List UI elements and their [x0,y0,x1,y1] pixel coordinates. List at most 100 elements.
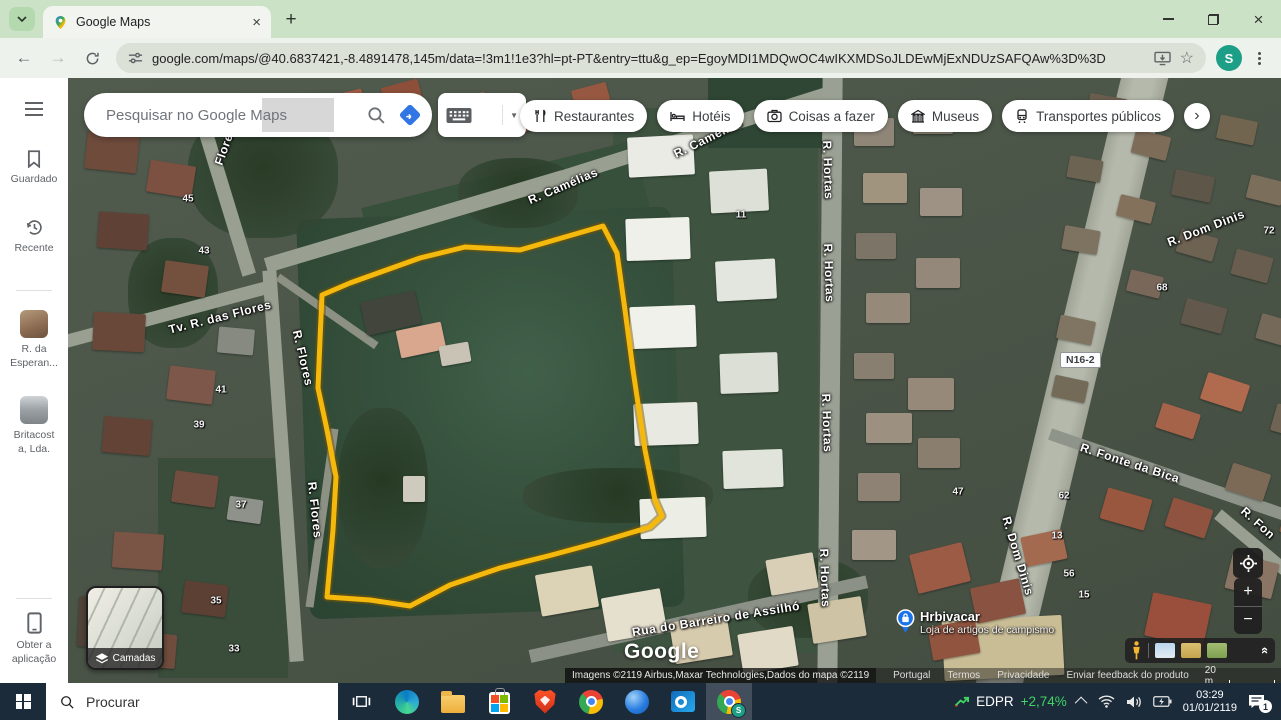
input-tools-caret-icon[interactable]: ▼ [502,105,518,125]
sidebar-item-get-app[interactable]: Obter a aplicação [0,612,68,666]
transit-icon [1017,109,1027,123]
bookmark-icon [27,150,41,168]
google-maps-favicon [55,15,66,29]
taskbar-app-blue-sphere[interactable] [614,683,660,720]
house-number: 72 [1263,225,1275,237]
attribution-link-portugal[interactable]: Portugal [893,670,930,681]
action-center-button[interactable]: 1 [1248,694,1272,713]
bookmark-star-icon[interactable]: ☆ [1180,48,1194,68]
house-number: 35 [210,595,222,607]
minimize-icon [1163,18,1174,20]
imagery-thumbnail-terrain[interactable] [1181,643,1201,658]
windows-taskbar: S EDPR +2,74% 03:29 01/01/2119 1 [0,683,1281,720]
tab-search-button[interactable] [9,7,35,31]
shortcut-thumbnail [20,396,48,424]
my-location-button[interactable] [1233,548,1263,578]
chip-public-transport[interactable]: Transportes públicos [1002,100,1174,132]
tab-close-icon[interactable]: × [252,15,261,30]
zoom-out-button[interactable]: − [1234,607,1262,635]
camera-icon [766,109,782,123]
taskbar-search[interactable] [46,683,338,720]
taskbar-app-chrome[interactable] [568,683,614,720]
more-categories-button[interactable]: › [1183,103,1210,129]
maps-menu-button[interactable] [0,102,68,116]
minimize-button[interactable] [1146,0,1191,38]
chrome-profile-badge: S [731,702,746,718]
browser-content: Guardado Recente R. da Esperan... Britac… [0,78,1281,683]
start-button[interactable] [0,683,46,720]
shortcut-thumbnail [20,310,48,338]
maps-search-input[interactable] [104,105,328,125]
poi-hrbivacar[interactable]: Hrbivacar Loja de artigos de campismo [896,609,1054,636]
battery-charging-icon[interactable] [1152,695,1172,708]
stock-ticker[interactable]: EDPR +2,74% [954,694,1067,709]
restore-icon [1208,13,1219,25]
house-number: 41 [215,384,227,396]
ticker-change: +2,74% [1020,694,1067,709]
sidebar-shortcut-britacosta[interactable]: Britacost a, Lda. [0,396,68,456]
sidebar-divider [16,290,52,291]
my-location-icon [1239,554,1257,572]
taskbar-app-edge[interactable] [384,683,430,720]
new-tab-button[interactable]: + [277,6,305,34]
search-icon[interactable] [367,106,386,125]
attribution-link-terms[interactable]: Termos [947,670,980,681]
sidebar-shortcut-esperanca[interactable]: R. da Esperan... [0,310,68,370]
sidebar-item-recent[interactable]: Recente [0,218,68,256]
house-number: 68 [1156,282,1168,294]
taskbar-app-outlook[interactable] [660,683,706,720]
install-app-icon[interactable] [1153,51,1171,66]
museum-icon [910,109,925,123]
taskbar-app-file-explorer[interactable] [430,683,476,720]
imagery-credit: Imagens ©2119 Airbus,Maxar Technologies,… [565,668,877,683]
tray-overflow-icon[interactable] [1074,696,1088,710]
sidebar-item-saved[interactable]: Guardado [0,150,68,187]
taskbar-search-input[interactable] [84,692,288,711]
address-bar[interactable]: google.com/maps/@40.6837421,-8.4891478,1… [116,43,1206,73]
ticker-symbol: EDPR [976,694,1014,709]
reload-button[interactable] [78,44,106,72]
notification-badge: 1 [1259,700,1272,713]
imagery-strip: « [1125,638,1275,663]
directions-icon[interactable] [398,103,422,127]
windows-logo-icon [15,694,31,709]
taskbar-app-chrome-active[interactable]: S [706,683,752,720]
wifi-icon[interactable] [1098,695,1115,708]
imagery-thumbnail-green[interactable] [1207,643,1227,658]
input-tools-card: ▼ [438,93,526,137]
microsoft-store-icon [488,688,510,714]
close-button[interactable]: × [1236,0,1281,38]
profile-avatar[interactable]: S [1216,45,1242,71]
forward-button[interactable]: → [44,44,72,72]
property-boundary-polygon [313,221,667,611]
house-number: 11 [735,209,747,221]
collapse-strip-icon[interactable]: « [1258,647,1273,654]
chip-hotels[interactable]: Hotéis [657,100,744,132]
browser-tab[interactable]: Google Maps × [43,6,271,38]
layers-button[interactable]: Camadas [86,586,164,670]
chip-museums[interactable]: Museus [897,100,993,132]
poi-name: Hrbivacar [920,609,980,624]
restore-button[interactable] [1191,0,1236,38]
edge-icon [395,689,419,714]
zoom-in-button[interactable]: + [1234,578,1262,607]
task-view-button[interactable] [338,683,384,720]
back-button[interactable]: ← [10,44,38,72]
taskbar-app-brave[interactable] [522,683,568,720]
volume-icon[interactable] [1126,695,1142,709]
chip-things-to-do[interactable]: Coisas a fazer [753,100,888,132]
file-explorer-icon [441,690,465,713]
keyboard-icon[interactable] [446,107,472,123]
pegman-icon[interactable] [1131,641,1142,660]
house-number: 62 [1058,490,1070,502]
imagery-thumbnail-sky[interactable] [1155,643,1175,658]
attribution-link-privacy[interactable]: Privacidade [997,670,1049,681]
attribution-link-feedback[interactable]: Enviar feedback do produto [1066,670,1188,681]
browser-menu-icon[interactable] [1258,56,1261,60]
poi-subtitle: Loja de artigos de campismo [920,624,1055,636]
taskbar-app-store[interactable] [476,683,522,720]
map-canvas[interactable]: Flores R. Camélias R. Camélias Tv. R. da… [68,78,1281,683]
taskbar-clock[interactable]: 03:29 01/01/2119 [1183,689,1237,715]
house-number: 56 [1063,568,1075,580]
chip-restaurants[interactable]: Restaurantes [520,100,648,132]
